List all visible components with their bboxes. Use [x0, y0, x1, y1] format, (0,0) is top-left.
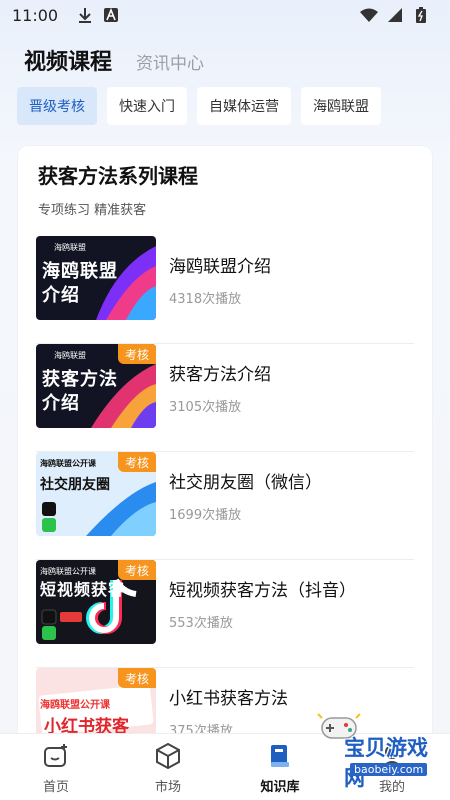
thumb-brand: 海鸥联盟公开课: [40, 459, 96, 468]
course-thumbnail: 海鸥联盟公开课 考核 社交朋友圈: [36, 452, 156, 536]
thumb-brand: 海鸥联盟: [54, 243, 86, 252]
wifi-icon: [360, 6, 378, 24]
battery-icon: [412, 6, 430, 24]
course-thumbnail: 海鸥联盟公开课 考核 短视频获客: [36, 560, 156, 644]
tab-news-center[interactable]: 资讯中心: [136, 49, 204, 74]
chip-seagull-alliance[interactable]: 海鸥联盟: [301, 87, 381, 125]
course-title: 获客方法介绍: [169, 365, 271, 385]
top-tabs: 视频课程 资讯中心: [24, 44, 204, 76]
course-play-count: 4318次播放: [169, 292, 242, 307]
nav-label: 知识库: [260, 780, 300, 795]
tab-video-courses[interactable]: 视频课程: [24, 44, 112, 76]
course-play-count: 1699次播放: [169, 508, 242, 523]
course-title: 社交朋友圈（微信）: [169, 473, 322, 493]
status-right: [360, 6, 438, 24]
thumb-line: 获客方法: [42, 369, 118, 390]
thumb-line: 介绍: [42, 393, 80, 414]
course-series-card: 获客方法系列课程 专项练习 精准获客 海鸥联盟 海鸥联盟 介绍 海鸥联盟介绍 4…: [18, 146, 432, 766]
thumb-line: 短视频获客: [40, 580, 126, 599]
status-time: 11:00: [12, 5, 59, 25]
home-icon: [44, 744, 67, 767]
signal-icon: [386, 6, 404, 24]
watermark-title: 宝贝游戏网: [344, 736, 428, 790]
assessment-badge: 考核: [118, 560, 156, 580]
book-icon: [271, 745, 289, 767]
status-bar: 11:00: [0, 0, 450, 30]
watermark-url: baobeiy.com: [350, 763, 428, 776]
thumb-brand: 海鸥联盟: [54, 351, 86, 360]
assessment-badge: 考核: [118, 668, 156, 688]
course-thumbnail: 海鸥联盟 海鸥联盟 介绍: [36, 236, 156, 320]
nav-label: 市场: [154, 780, 181, 795]
course-title: 短视频获客方法（抖音）: [169, 581, 356, 601]
nav-label: 首页: [42, 780, 69, 795]
chip-quick-start[interactable]: 快速入门: [107, 87, 187, 125]
nav-home[interactable]: 首页: [0, 734, 112, 800]
app-notification-icon: [102, 6, 120, 24]
card-title: 获客方法系列课程: [38, 164, 198, 188]
card-subtitle: 专项练习 精准获客: [38, 203, 147, 218]
course-item[interactable]: 海鸥联盟 考核 获客方法 介绍 获客方法介绍 3105次播放: [36, 344, 414, 452]
course-item[interactable]: 海鸥联盟公开课 考核 社交朋友圈 社交朋友圈（微信） 1699次播放: [36, 452, 414, 560]
thumb-line: 介绍: [42, 285, 80, 306]
chip-promotion-assessment[interactable]: 晋级考核: [17, 87, 97, 125]
course-item[interactable]: 海鸥联盟公开课 考核 短视频获客 短视频获客方法（抖音） 553次播放: [36, 560, 414, 668]
thumb-brand: 海鸥联盟公开课: [40, 567, 96, 576]
category-chips: 晋级考核 快速入门 自媒体运营 海鸥联盟: [17, 87, 391, 125]
course-item[interactable]: 海鸥联盟 海鸥联盟 介绍 海鸥联盟介绍 4318次播放: [36, 236, 414, 344]
assessment-badge: 考核: [118, 344, 156, 364]
assessment-badge: 考核: [118, 452, 156, 472]
course-play-count: 3105次播放: [169, 400, 242, 415]
course-title: 海鸥联盟介绍: [169, 257, 271, 277]
thumb-line: 社交朋友圈: [40, 477, 110, 493]
course-title: 小红书获客方法: [169, 689, 288, 709]
watermark: 宝贝游戏网 baobeiy.com: [296, 706, 436, 790]
cube-icon: [156, 742, 180, 770]
course-play-count: 553次播放: [169, 616, 233, 631]
thumb-brand: 海鸥联盟公开课: [40, 700, 110, 711]
download-icon: [76, 6, 94, 24]
chip-self-media[interactable]: 自媒体运营: [197, 87, 291, 125]
course-thumbnail: 海鸥联盟 考核 获客方法 介绍: [36, 344, 156, 428]
nav-market[interactable]: 市场: [112, 734, 224, 800]
thumb-line: 海鸥联盟: [42, 261, 118, 282]
